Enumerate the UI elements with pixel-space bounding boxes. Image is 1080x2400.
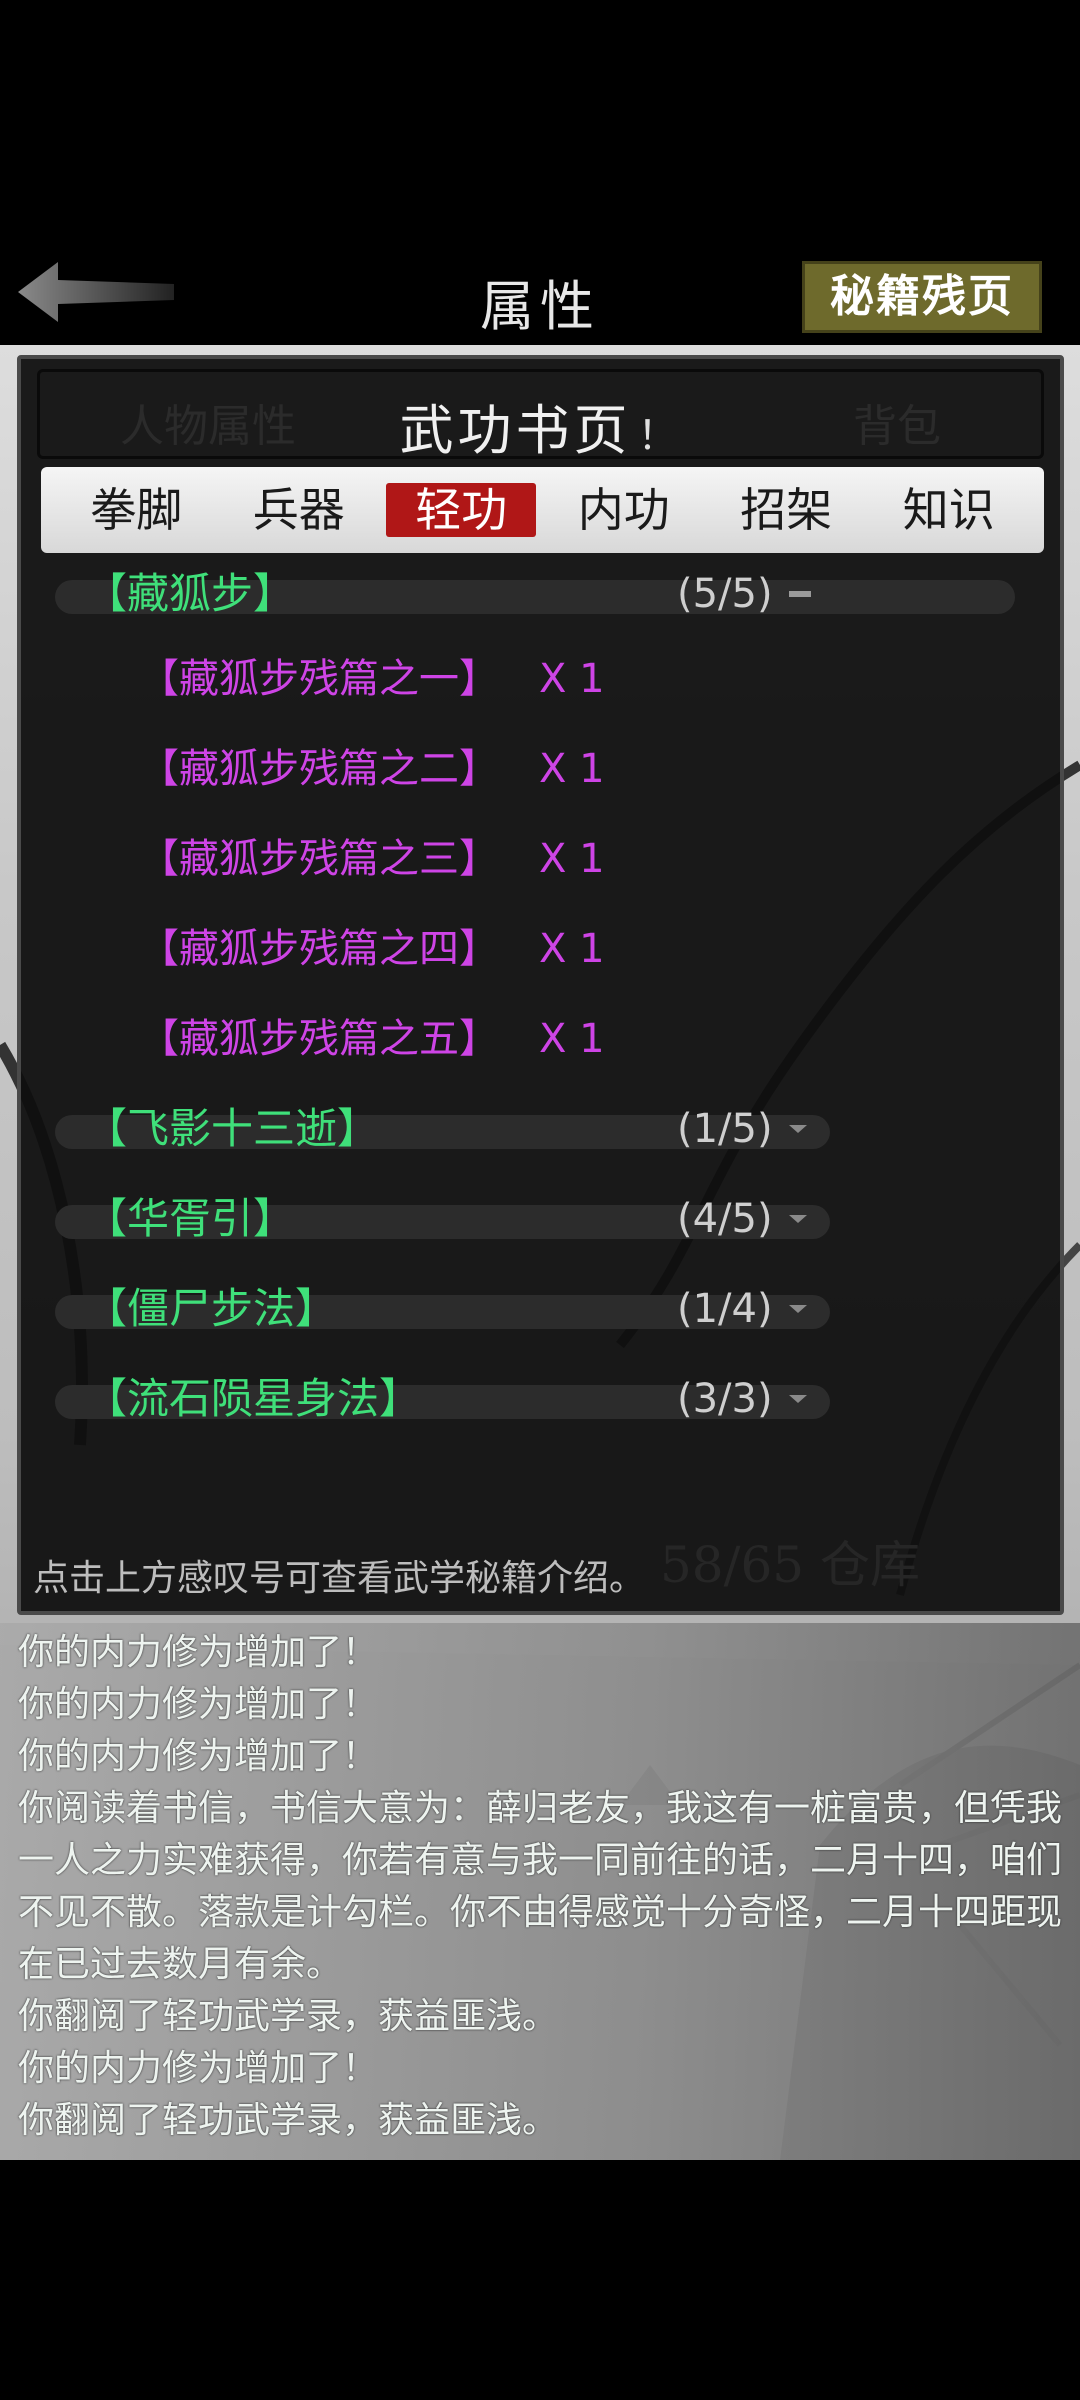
- category-name: 【流石陨星身法】: [85, 1374, 422, 1423]
- fragment-qty: X 1: [539, 656, 605, 702]
- log-line: 你翻阅了轻功武学录，获益匪浅。: [18, 1996, 559, 2037]
- log-line: 你的内力修为增加了！: [18, 2048, 379, 2089]
- log-line: 你阅读着书信，书信大意为：薛归老友，我这有一桩富贵，但凭我一人之力实难获得，你若…: [18, 1788, 1063, 1985]
- expand-icon[interactable]: [789, 1125, 807, 1133]
- category-row[interactable]: 【僵尸步法】 (1/4): [55, 1279, 1015, 1339]
- log-line: 你的内力修为增加了！: [18, 1632, 379, 1673]
- category-count: (1/5): [677, 1106, 773, 1152]
- fragment-item[interactable]: 【藏狐步残篇之一】 X 1: [139, 649, 605, 709]
- top-bar: 属性 秘籍残页: [0, 240, 1080, 345]
- collapse-icon[interactable]: [789, 591, 811, 597]
- fragment-name: 【藏狐步残篇之三】: [139, 836, 499, 882]
- ghost-storage-text: 58/65 仓库: [660, 1536, 920, 1594]
- secret-fragments-button[interactable]: 秘籍残页: [802, 261, 1042, 333]
- category-tabs: 拳脚 兵器 轻功 内功 招架 知识: [41, 467, 1044, 553]
- fragment-item[interactable]: 【藏狐步残篇之五】 X 1: [139, 1009, 605, 1069]
- log-line: 你的内力修为增加了！: [18, 1684, 379, 1725]
- category-name: 【僵尸步法】: [85, 1284, 338, 1333]
- dialog-title-text: 武功书页: [399, 399, 632, 462]
- tab-lightness[interactable]: 轻功: [386, 483, 537, 537]
- category-count: (4/5): [677, 1196, 773, 1242]
- expand-icon[interactable]: [789, 1215, 807, 1223]
- category-row[interactable]: 【藏狐步】 (5/5): [55, 564, 1015, 624]
- category-name: 【华胥引】: [85, 1194, 296, 1243]
- fragment-name: 【藏狐步残篇之二】: [139, 746, 499, 792]
- fragment-name: 【藏狐步残篇之五】: [139, 1016, 499, 1062]
- category-name: 【飞影十三逝】: [85, 1104, 380, 1153]
- expand-icon[interactable]: [789, 1305, 807, 1313]
- tab-parry[interactable]: 招架: [711, 483, 861, 537]
- dialog-title: 武功书页！: [40, 386, 1041, 465]
- dialog-header: 人物属性 背包 武功书页！: [37, 369, 1044, 462]
- log-line: 你的内力修为增加了！: [18, 1736, 379, 1777]
- fragment-qty: X 1: [539, 1016, 605, 1062]
- expand-icon[interactable]: [789, 1395, 807, 1403]
- message-log[interactable]: 你的内力修为增加了！ 你的内力修为增加了！ 你的内力修为增加了！ 你阅读着书信，…: [0, 1623, 1080, 2160]
- fragment-qty: X 1: [539, 836, 605, 882]
- info-icon[interactable]: ！: [638, 413, 682, 459]
- category-count: (3/3): [677, 1376, 773, 1422]
- martial-pages-dialog: 人物属性 背包 武功书页！ 拳脚 兵器 轻功 内功 招架 知识 【藏狐步】 (5…: [17, 355, 1064, 1615]
- category-row[interactable]: 【飞影十三逝】 (1/5): [55, 1099, 1015, 1159]
- fragment-qty: X 1: [539, 926, 605, 972]
- log-line: 你翻阅了轻功武学录，获益匪浅。: [18, 2100, 559, 2141]
- fragment-name: 【藏狐步残篇之四】: [139, 926, 499, 972]
- category-row[interactable]: 【流石陨星身法】 (3/3): [55, 1369, 1015, 1429]
- fragment-item[interactable]: 【藏狐步残篇之四】 X 1: [139, 919, 605, 979]
- tab-weapon[interactable]: 兵器: [224, 483, 374, 537]
- fragment-qty: X 1: [539, 746, 605, 792]
- category-name: 【藏狐步】: [85, 569, 296, 618]
- tab-inner[interactable]: 内功: [549, 483, 699, 537]
- category-row[interactable]: 【华胥引】 (4/5): [55, 1189, 1015, 1249]
- fragment-name: 【藏狐步残篇之一】: [139, 656, 499, 702]
- category-count: (1/4): [677, 1286, 773, 1332]
- hint-text: 点击上方感叹号可查看武学秘籍介绍。: [33, 1558, 646, 1599]
- fragment-item[interactable]: 【藏狐步残篇之三】 X 1: [139, 829, 605, 889]
- fragment-item[interactable]: 【藏狐步残篇之二】 X 1: [139, 739, 605, 799]
- category-count: (5/5): [677, 571, 773, 617]
- tab-fist[interactable]: 拳脚: [61, 483, 211, 537]
- bottom-letterbox: [0, 2160, 1080, 2400]
- tab-knowledge[interactable]: 知识: [874, 483, 1024, 537]
